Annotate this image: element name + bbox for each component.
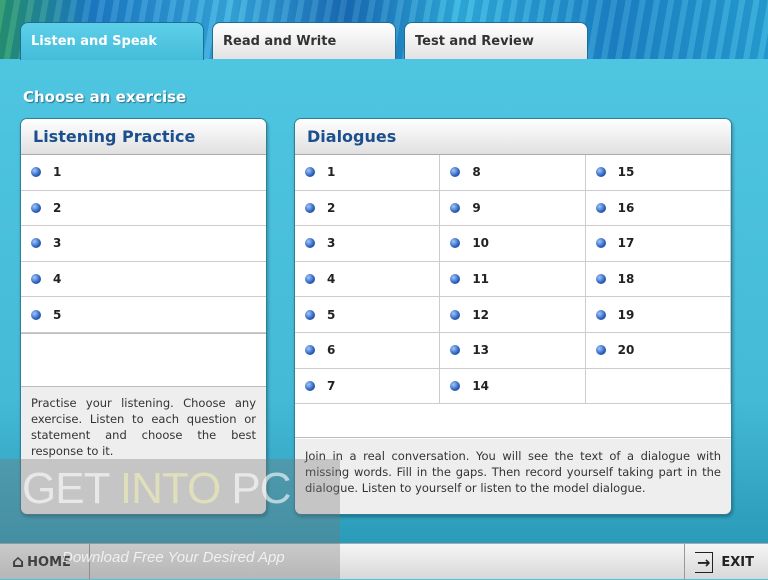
- exercise-item[interactable]: 3: [295, 226, 441, 262]
- bullet-icon: [305, 274, 315, 285]
- exercise-item[interactable]: 20: [585, 332, 731, 369]
- exercise-number: 18: [617, 272, 635, 287]
- exercise-number: 13: [472, 343, 490, 358]
- bullet-icon: [595, 345, 606, 356]
- bullet-icon: [450, 309, 461, 320]
- bullet-icon: [305, 167, 315, 178]
- exercise-item[interactable]: 4: [295, 261, 441, 298]
- exercise-number: 19: [617, 307, 635, 322]
- bullet-icon: [450, 238, 461, 249]
- exercise-item[interactable]: 2: [21, 191, 266, 227]
- exercise-number: 1: [327, 165, 336, 180]
- exercise-item[interactable]: 13: [440, 332, 586, 369]
- bullet-icon: [31, 309, 41, 320]
- exercise-number: 5: [327, 307, 336, 322]
- watermark-tagline: Download Free Your Desired App: [62, 549, 285, 566]
- panel-title: Listening Practice: [21, 119, 266, 155]
- exercise-item[interactable]: 7: [295, 368, 441, 405]
- exercise-item[interactable]: 19: [585, 297, 731, 333]
- exercise-number: 10: [472, 236, 490, 251]
- bullet-icon: [305, 238, 315, 249]
- exercise-number: 6: [327, 343, 336, 358]
- watermark-text: GET: [22, 464, 120, 513]
- bullet-icon: [305, 345, 315, 356]
- bullet-icon: [450, 167, 461, 178]
- exercise-item[interactable]: 2: [295, 190, 441, 227]
- exercise-item[interactable]: 1: [21, 155, 266, 191]
- exercise-number: 12: [472, 307, 490, 322]
- exercise-number: 16: [617, 200, 635, 215]
- exercise-item[interactable]: 6: [295, 332, 441, 369]
- bullet-icon: [595, 202, 606, 213]
- exercise-item[interactable]: 15: [585, 155, 731, 191]
- bullet-icon: [305, 380, 315, 391]
- exercise-number: 15: [617, 165, 635, 180]
- exercise-number: 17: [617, 236, 635, 251]
- exercise-number: 14: [472, 378, 490, 393]
- exercise-item[interactable]: 1: [295, 155, 441, 191]
- bullet-icon: [31, 238, 41, 249]
- exercise-number: 1: [53, 165, 62, 180]
- exercise-item[interactable]: 16: [585, 190, 731, 227]
- exercise-item[interactable]: 11: [440, 261, 586, 298]
- watermark-text: PC: [220, 464, 291, 513]
- exit-icon: →: [695, 551, 714, 573]
- bullet-icon: [450, 345, 461, 356]
- bullet-icon: [595, 274, 606, 285]
- exercise-item[interactable]: 9: [440, 190, 586, 227]
- bullet-icon: [31, 167, 41, 178]
- exercise-item[interactable]: 12: [440, 297, 586, 333]
- exercise-item[interactable]: 5: [21, 297, 266, 333]
- exercise-number: 2: [53, 200, 62, 215]
- watermark: GET INTO PC Download Free Your Desired A…: [0, 459, 340, 579]
- tab-read-and-write[interactable]: Read and Write: [212, 22, 396, 59]
- bullet-icon: [595, 238, 606, 249]
- exercise-item[interactable]: 18: [585, 261, 731, 298]
- bullet-icon: [595, 309, 606, 320]
- exercise-number: 7: [327, 378, 336, 393]
- bullet-icon: [450, 380, 461, 391]
- empty-cell: [585, 368, 731, 405]
- exercise-number: 3: [53, 236, 62, 251]
- bullet-icon: [450, 202, 461, 213]
- exercise-number: 4: [53, 272, 62, 287]
- exercise-number: 2: [327, 200, 336, 215]
- exercise-item[interactable]: 14: [440, 368, 586, 405]
- exercise-number: 3: [327, 236, 336, 251]
- exercise-item[interactable]: 17: [585, 226, 731, 262]
- bullet-icon: [305, 309, 315, 320]
- tab-test-and-review[interactable]: Test and Review: [404, 22, 588, 59]
- bullet-icon: [305, 202, 315, 213]
- bullet-icon: [595, 167, 606, 178]
- exercise-number: 8: [472, 165, 481, 180]
- page-title: Choose an exercise: [23, 88, 187, 106]
- exercise-item[interactable]: 5: [295, 297, 441, 333]
- exercise-number: 9: [472, 200, 481, 215]
- dialogues-description: Join in a real conversation. You will se…: [295, 437, 731, 514]
- exit-label: EXIT: [721, 554, 755, 570]
- exercise-number: 5: [53, 307, 62, 322]
- exercise-number: 20: [617, 343, 635, 358]
- tab-listen-and-speak[interactable]: Listen and Speak: [20, 22, 204, 60]
- exercise-number: 11: [472, 272, 490, 287]
- bullet-icon: [31, 274, 41, 285]
- exercise-item[interactable]: 3: [21, 226, 266, 262]
- exercise-item[interactable]: 10: [440, 226, 586, 262]
- watermark-text: INTO: [119, 464, 221, 513]
- dialogues-panel: Dialogues 1 8 15 2 9 16 3 10 17 4 11 18 5 12 19 6 13 20 7 1…: [294, 118, 732, 515]
- listening-practice-panel: Listening Practice 12345 Practise your l…: [20, 118, 267, 515]
- exercise-number: 4: [327, 272, 336, 287]
- exit-button[interactable]: → EXIT: [684, 544, 768, 580]
- panel-title: Dialogues: [295, 119, 731, 155]
- bullet-icon: [450, 274, 461, 285]
- exercise-item[interactable]: 4: [21, 262, 266, 298]
- exercise-item[interactable]: 8: [440, 155, 586, 191]
- bullet-icon: [31, 202, 41, 213]
